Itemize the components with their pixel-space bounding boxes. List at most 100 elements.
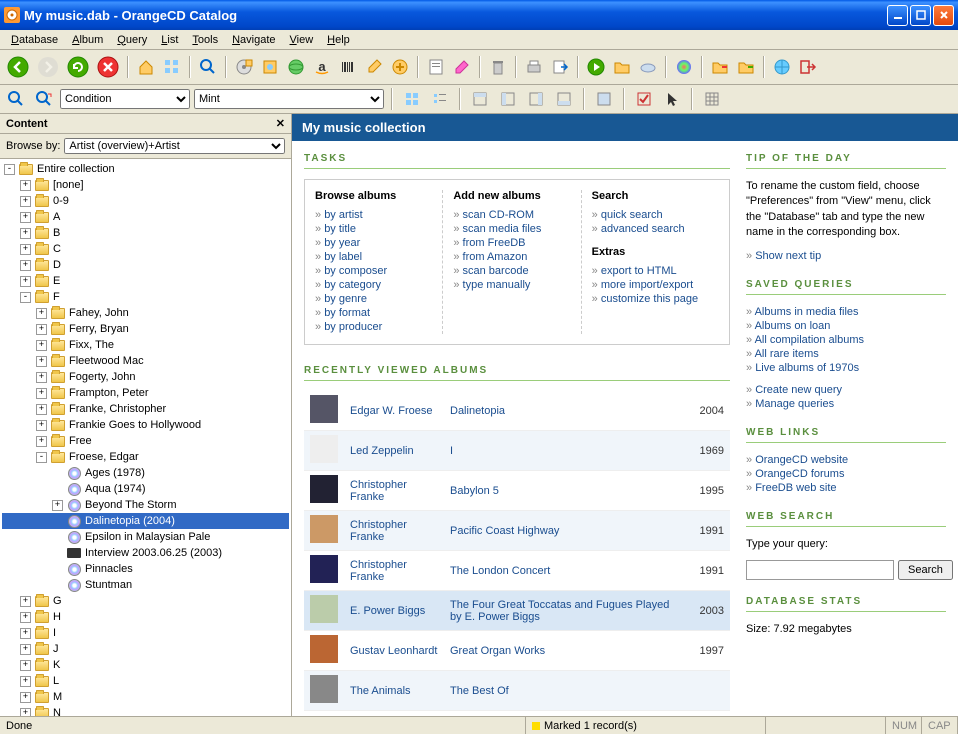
filter-value-select[interactable]: Mint: [194, 89, 384, 109]
properties-button[interactable]: [424, 55, 448, 79]
mark-button[interactable]: [632, 87, 656, 111]
loan-button[interactable]: [708, 55, 732, 79]
browse-link[interactable]: by title: [315, 222, 432, 236]
search-link[interactable]: quick search: [592, 208, 709, 222]
add-link[interactable]: scan CD-ROM: [453, 208, 570, 222]
browse-link[interactable]: by genre: [315, 292, 432, 306]
recent-artist[interactable]: Christopher Franke: [344, 551, 444, 591]
extras-link[interactable]: customize this page: [592, 292, 709, 306]
barcode-button[interactable]: [336, 55, 360, 79]
browse-link[interactable]: by year: [315, 236, 432, 250]
add-link[interactable]: scan media files: [453, 222, 570, 236]
tree-node[interactable]: +N: [2, 705, 289, 716]
web-link[interactable]: OrangeCD website: [746, 453, 946, 467]
browse-link[interactable]: by format: [315, 306, 432, 320]
tree-node[interactable]: Aqua (1974): [2, 481, 289, 497]
saved-query-link[interactable]: Albums in media files: [746, 305, 946, 319]
layout-2-button[interactable]: [496, 87, 520, 111]
tree-node[interactable]: +Franke, Christopher: [2, 401, 289, 417]
recent-album[interactable]: The London Concert: [444, 551, 686, 591]
tree-node[interactable]: +B: [2, 225, 289, 241]
sidebar-close-icon[interactable]: ✕: [276, 117, 285, 130]
menu-album[interactable]: Album: [65, 32, 110, 48]
recent-artist[interactable]: Led Zeppelin: [344, 431, 444, 471]
web-search-button[interactable]: Search: [898, 560, 953, 580]
recent-row[interactable]: Led ZeppelinI1969: [304, 431, 730, 471]
menu-help[interactable]: Help: [320, 32, 357, 48]
tree-node[interactable]: +Ferry, Bryan: [2, 321, 289, 337]
recent-row[interactable]: Gustav LeonhardtGreat Organ Works1997: [304, 631, 730, 671]
back-button[interactable]: [4, 53, 32, 81]
menu-query[interactable]: Query: [110, 32, 154, 48]
find-next-button[interactable]: [32, 87, 56, 111]
scan-media-button[interactable]: [258, 55, 282, 79]
recent-row[interactable]: Christopher FrankeBabylon 51995: [304, 471, 730, 511]
maximize-button[interactable]: [910, 5, 931, 26]
layout-4-button[interactable]: [552, 87, 576, 111]
edit-button[interactable]: [450, 55, 474, 79]
view-mode-2-button[interactable]: [428, 87, 452, 111]
add-link[interactable]: from Amazon: [453, 250, 570, 264]
web-search-input[interactable]: [746, 560, 894, 580]
close-button[interactable]: [933, 5, 954, 26]
recent-artist[interactable]: Edgar W. Froese: [344, 391, 444, 431]
tree-node[interactable]: +M: [2, 689, 289, 705]
add-link[interactable]: from FreeDB: [453, 236, 570, 250]
tree-node[interactable]: -F: [2, 289, 289, 305]
tree-node[interactable]: Ages (1978): [2, 465, 289, 481]
saved-query-link[interactable]: All compilation albums: [746, 333, 946, 347]
web-button[interactable]: [770, 55, 794, 79]
open-folder-button[interactable]: [610, 55, 634, 79]
tree-node[interactable]: +H: [2, 609, 289, 625]
tree-node[interactable]: Pinnacles: [2, 561, 289, 577]
add-button[interactable]: [388, 55, 412, 79]
browse-link[interactable]: by composer: [315, 264, 432, 278]
tree-node[interactable]: +Free: [2, 433, 289, 449]
tree-node[interactable]: +Fleetwood Mac: [2, 353, 289, 369]
add-link[interactable]: type manually: [453, 278, 570, 292]
tree-node[interactable]: +Fogerty, John: [2, 369, 289, 385]
menu-navigate[interactable]: Navigate: [225, 32, 282, 48]
tree-node[interactable]: +D: [2, 257, 289, 273]
exit-button[interactable]: [796, 55, 820, 79]
freedb-button[interactable]: [284, 55, 308, 79]
web-link[interactable]: FreeDB web site: [746, 481, 946, 495]
minimize-button[interactable]: [887, 5, 908, 26]
scan-cd-button[interactable]: [232, 55, 256, 79]
tree-node[interactable]: +A: [2, 209, 289, 225]
tree-node[interactable]: +J: [2, 641, 289, 657]
thumbnails-button[interactable]: [160, 55, 184, 79]
tree-node[interactable]: Interview 2003.06.25 (2003): [2, 545, 289, 561]
filter-field-select[interactable]: Condition: [60, 89, 190, 109]
stop-button[interactable]: [94, 53, 122, 81]
tree-node[interactable]: +Frankie Goes to Hollywood: [2, 417, 289, 433]
browse-link[interactable]: by artist: [315, 208, 432, 222]
recent-row[interactable]: Christopher FrankeThe London Concert1991: [304, 551, 730, 591]
tree-node[interactable]: Epsilon in Malaysian Pale: [2, 529, 289, 545]
menu-list[interactable]: List: [154, 32, 185, 48]
menu-view[interactable]: View: [283, 32, 321, 48]
browse-link[interactable]: by category: [315, 278, 432, 292]
color-button[interactable]: [672, 55, 696, 79]
menu-database[interactable]: Database: [4, 32, 65, 48]
home-button[interactable]: [134, 55, 158, 79]
search-button[interactable]: [196, 55, 220, 79]
tree-node[interactable]: +L: [2, 673, 289, 689]
recent-artist[interactable]: Gustav Leonhardt: [344, 631, 444, 671]
tree-node[interactable]: -Froese, Edgar: [2, 449, 289, 465]
query-action-link[interactable]: Create new query: [746, 383, 946, 397]
return-button[interactable]: [734, 55, 758, 79]
layout-1-button[interactable]: [468, 87, 492, 111]
tree-node[interactable]: +Beyond The Storm: [2, 497, 289, 513]
saved-query-link[interactable]: All rare items: [746, 347, 946, 361]
menu-tools[interactable]: Tools: [185, 32, 225, 48]
find-button[interactable]: [4, 87, 28, 111]
recent-row[interactable]: Christopher FrankePacific Coast Highway1…: [304, 511, 730, 551]
tree-node[interactable]: Stuntman: [2, 577, 289, 593]
recent-row[interactable]: The AnimalsThe Best Of: [304, 671, 730, 711]
saved-query-link[interactable]: Live albums of 1970s: [746, 361, 946, 375]
extras-link[interactable]: export to HTML: [592, 264, 709, 278]
view-mode-1-button[interactable]: [400, 87, 424, 111]
tree-node[interactable]: +Fixx, The: [2, 337, 289, 353]
tree-node[interactable]: -Entire collection: [2, 161, 289, 177]
